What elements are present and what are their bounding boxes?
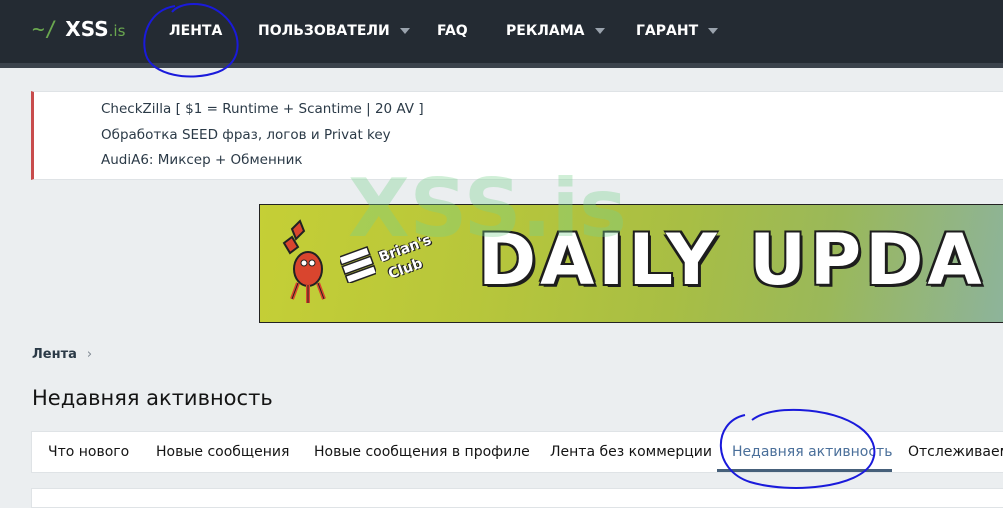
chevron-down-icon[interactable] [594,28,605,34]
announcement-link[interactable]: AudiA6: Миксер + Обменник [101,152,303,168]
nav-item-feed[interactable]: ЛЕНТА [169,20,222,42]
tab-new-posts[interactable]: Новые сообщения [156,432,289,472]
tab-recent-activity[interactable]: Недавняя активность [732,432,892,472]
brians-club-logo: Brian's Club [340,232,450,295]
breadcrumb-item[interactable]: Лента [32,347,77,362]
nav-item-label: РЕКЛАМА [506,23,585,39]
nav-item-label: ЛЕНТА [169,23,223,39]
tab-feed-no-commerce[interactable]: Лента без коммерции [550,432,712,472]
breadcrumb: Лента › [32,347,92,362]
logo-tilde: ~/ [32,17,58,41]
nav-item-ads[interactable]: РЕКЛАМА [506,20,605,42]
tab-whats-new[interactable]: Что нового [48,432,129,472]
banner-headline: DAILY UPDA [478,219,986,301]
nav-item-faq[interactable]: FAQ [437,20,468,42]
announcement-box: CheckZilla [ $1 = Runtime + Scantime | 2… [31,91,1003,180]
tab-new-profile-posts[interactable]: Новые сообщения в профиле [314,432,530,472]
page-title: Недавняя активность [32,386,273,410]
active-tab-indicator [717,469,892,472]
crab-mascot-icon [282,219,326,303]
tab-bar: Что нового Новые сообщения Новые сообщен… [31,431,1003,473]
top-navigation-bar: ~/ XSS .is ЛЕНТА ПОЛЬЗОВАТЕЛИ FAQ РЕКЛАМ… [0,0,1003,63]
nav-item-users[interactable]: ПОЛЬЗОВАТЕЛИ [258,20,410,42]
card-stack-icon [340,245,376,283]
nav-item-guarantor[interactable]: ГАРАНТ [636,20,719,42]
nav-item-label: FAQ [437,23,468,39]
site-logo[interactable]: ~/ XSS .is [32,17,125,47]
nav-item-label: ПОЛЬЗОВАТЕЛИ [258,23,390,39]
announcement-link[interactable]: CheckZilla [ $1 = Runtime + Scantime | 2… [101,101,424,117]
nav-item-label: ГАРАНТ [636,23,699,39]
chevron-down-icon[interactable] [708,28,719,34]
topbar-divider [0,63,1003,68]
announcement-link[interactable]: Обработка SEED фраз, логов и Privat key [101,127,391,143]
content-card [31,488,1003,508]
chevron-right-icon: › [86,347,93,362]
logo-name: XSS [65,17,109,41]
tab-watched[interactable]: Отслеживаемы [908,432,1003,472]
ad-banner[interactable]: Brian's Club DAILY UPDA [259,204,1003,323]
chevron-down-icon[interactable] [399,28,410,34]
logo-tld: .is [108,22,126,40]
